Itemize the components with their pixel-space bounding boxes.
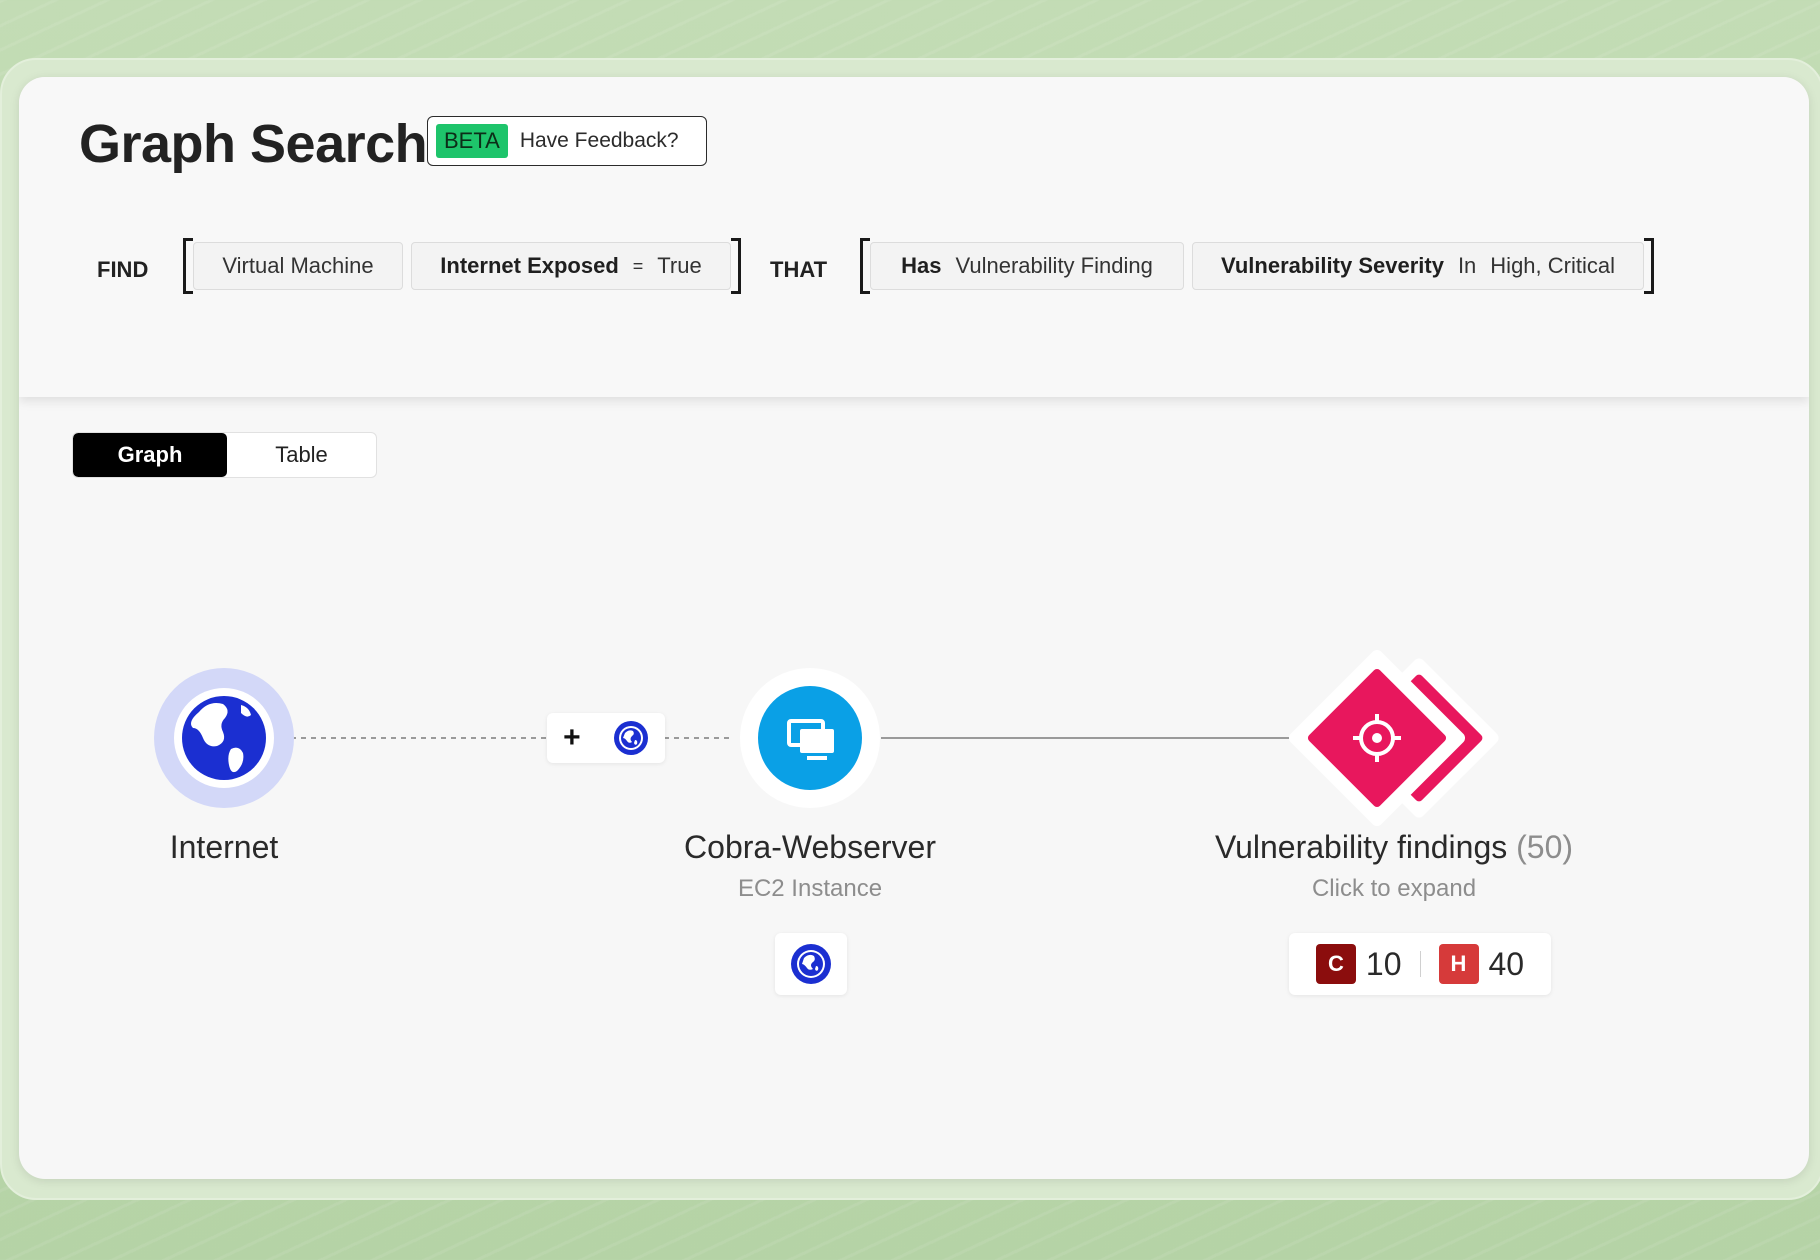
globe-icon xyxy=(791,944,831,984)
critical-count: 10 xyxy=(1365,945,1402,982)
findings-count: (50) xyxy=(1516,829,1574,865)
severity-summary[interactable]: C 10 H 40 xyxy=(1289,933,1551,995)
globe-icon xyxy=(182,696,266,780)
edge-control: + xyxy=(547,713,665,763)
webserver-label: Cobra-Webserver xyxy=(684,829,936,865)
internet-node[interactable] xyxy=(154,668,294,808)
high-badge: H xyxy=(1438,944,1479,984)
critical-badge: C xyxy=(1315,944,1356,984)
graph-canvas xyxy=(154,647,1501,828)
findings-label: Vulnerability findings (50) xyxy=(1169,829,1619,866)
expand-hint: Click to expand xyxy=(1311,875,1477,902)
webserver-type: EC2 Instance xyxy=(737,875,883,902)
findings-title: Vulnerability findings xyxy=(1214,829,1508,865)
severity-divider xyxy=(1419,951,1421,977)
webserver-node[interactable] xyxy=(740,668,880,808)
expand-button[interactable]: + xyxy=(563,721,581,755)
graph-search-panel: Graph Search BETA Have Feedback? FIND Vi… xyxy=(19,77,1809,1179)
severity-high: H 40 xyxy=(1438,944,1525,984)
globe-icon[interactable] xyxy=(613,720,649,756)
findings-node[interactable] xyxy=(1286,647,1501,828)
internet-label: Internet xyxy=(169,829,279,865)
high-count: 40 xyxy=(1488,945,1525,982)
severity-critical: C 10 xyxy=(1315,944,1402,984)
exposure-badge[interactable] xyxy=(775,933,847,995)
